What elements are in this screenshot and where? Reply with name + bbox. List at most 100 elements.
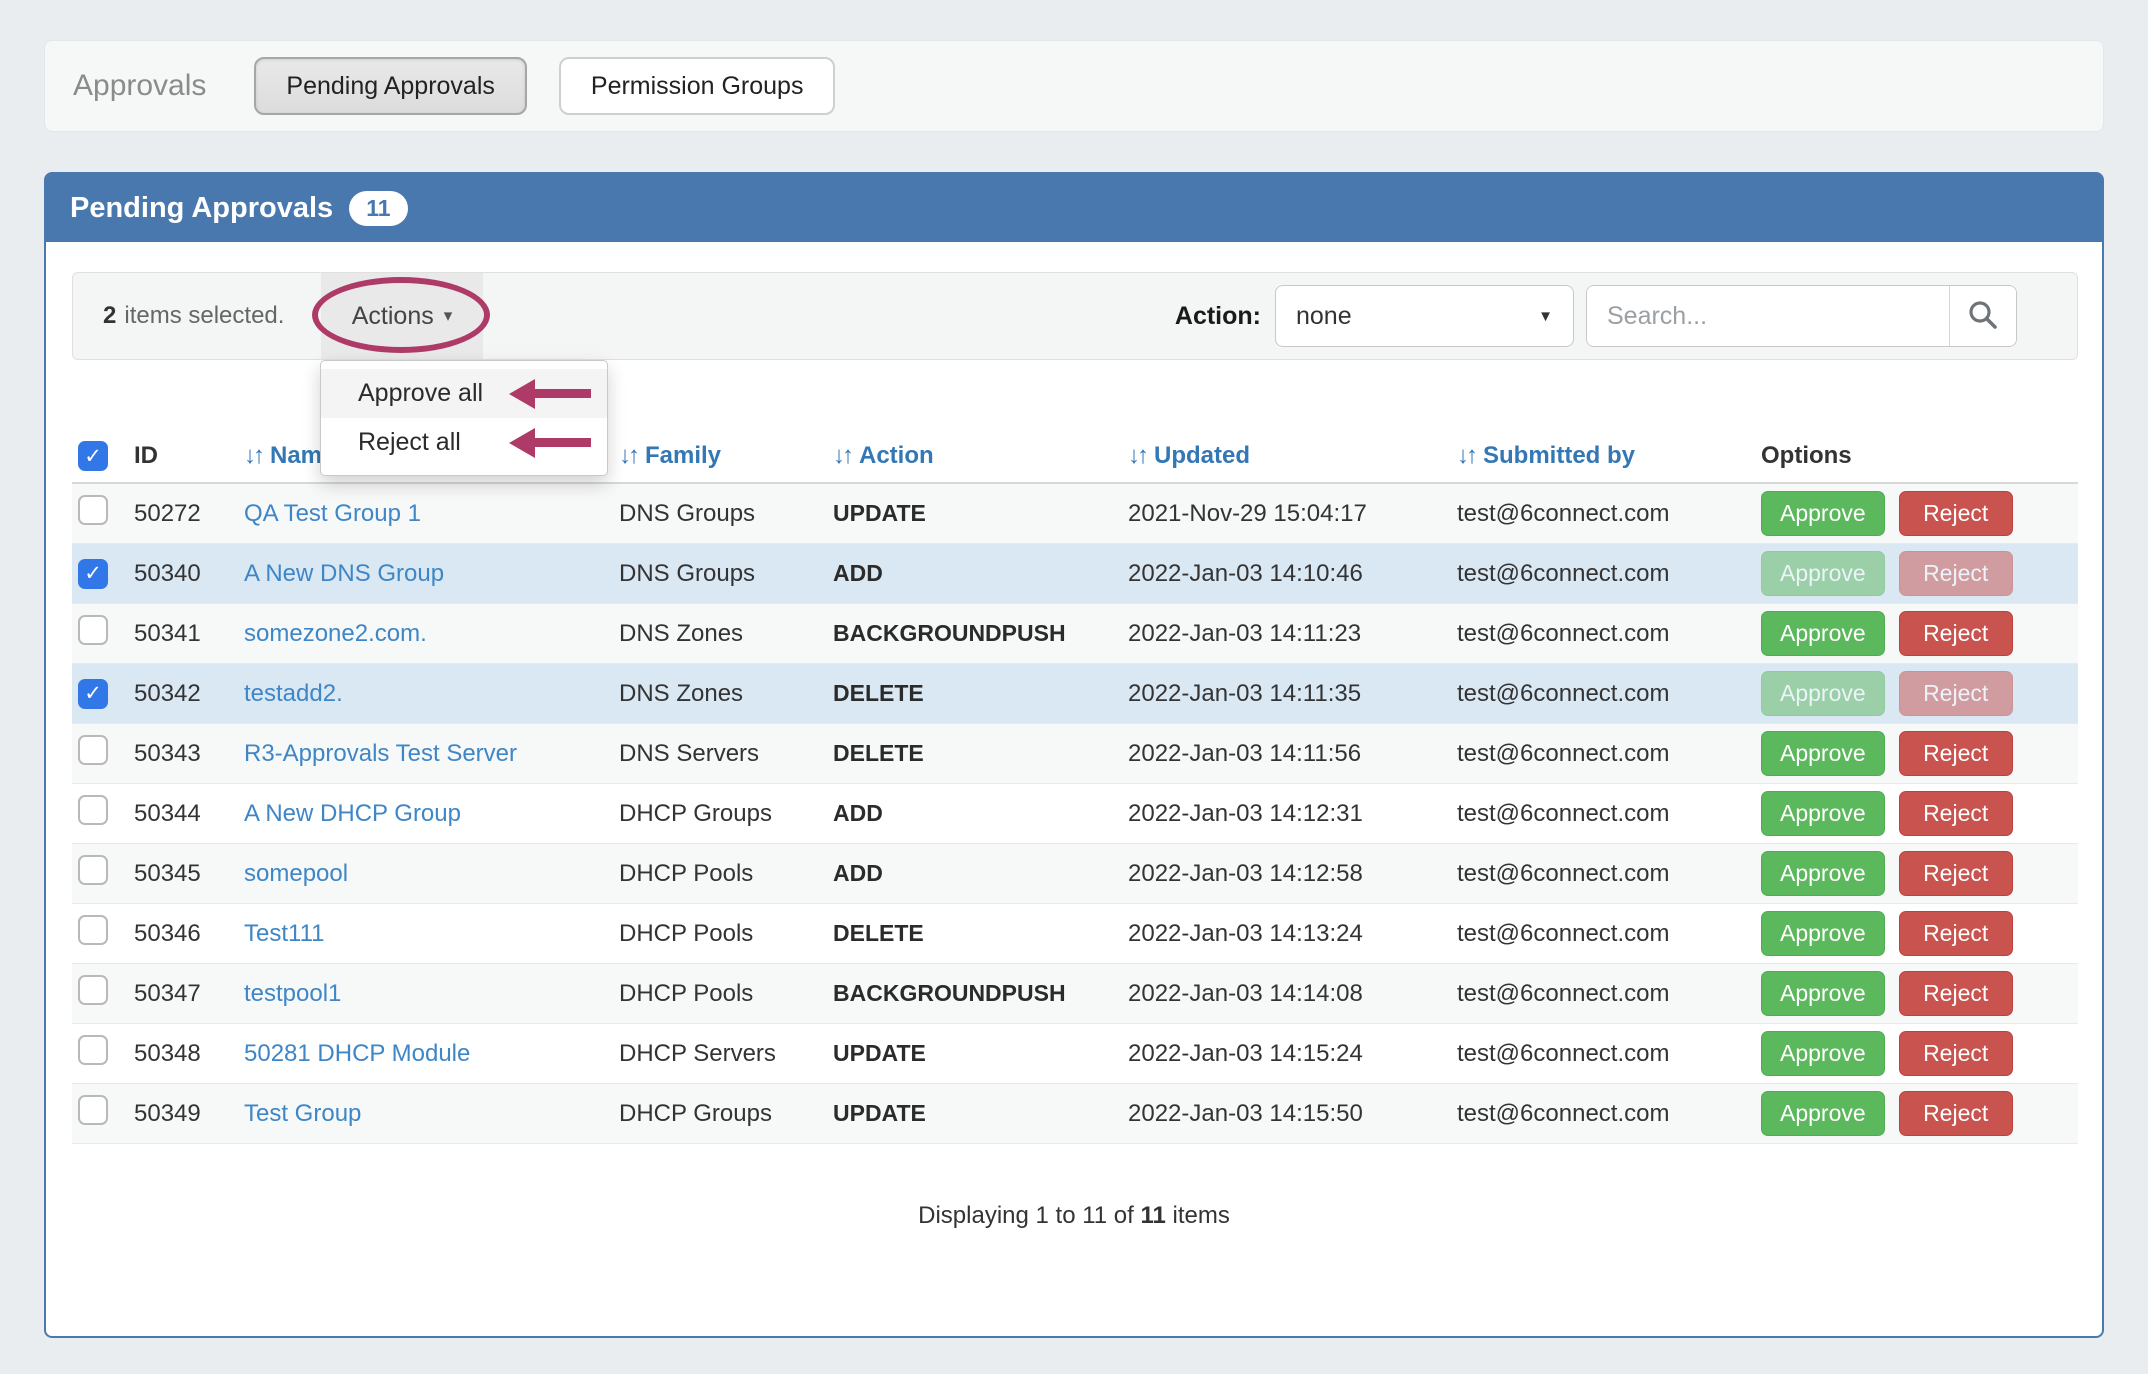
table-row: 50340 A New DNS Group DNS Groups ADD 2022-Ja… [72, 544, 2078, 604]
row-name-link[interactable]: Test Group [244, 1100, 361, 1127]
row-checkbox[interactable] [78, 558, 108, 589]
column-header-family[interactable]: ↓↑ Family [619, 442, 833, 470]
row-name-link[interactable]: testadd2. [244, 680, 343, 707]
row-id: 50343 [134, 739, 201, 767]
reject-button[interactable]: Reject [1898, 731, 2013, 776]
row-action: BACKGROUNDPUSH [833, 980, 1066, 1006]
actions-dropdown-button[interactable]: Actions ▾ [321, 273, 483, 359]
search-button[interactable] [1950, 286, 2016, 346]
row-checkbox[interactable] [78, 735, 108, 765]
row-action: UPDATE [833, 1040, 926, 1066]
row-name-link[interactable]: 50281 DHCP Module [244, 1040, 470, 1067]
row-name-link[interactable]: testpool1 [244, 980, 341, 1007]
row-action: DELETE [833, 920, 924, 946]
approve-button[interactable]: Approve [1761, 1091, 1885, 1136]
row-family: DHCP Groups [619, 799, 772, 827]
row-name-link[interactable]: QA Test Group 1 [244, 500, 421, 527]
row-name-link[interactable]: somepool [244, 860, 348, 887]
approve-button[interactable]: Approve [1761, 911, 1885, 956]
row-submitted-by: test@6connect.com [1457, 979, 1670, 1007]
table-row: 50349 Test Group DHCP Groups UPDATE 2022-Jan… [72, 1084, 2078, 1144]
approvals-table: ID ↓↑Name ↓↑Family ↓↑Action ↓↑Updated ↓↑… [72, 430, 2078, 1144]
row-updated: 2022-Jan-03 14:11:56 [1128, 739, 1362, 767]
row-updated: 2022-Jan-03 14:12:58 [1128, 859, 1363, 887]
reject-button[interactable]: Reject [1898, 611, 2013, 656]
toolbar-right: Action: none ▼ [1175, 273, 2077, 359]
row-checkbox[interactable] [78, 495, 108, 525]
approve-button[interactable]: Approve [1761, 731, 1885, 776]
row-name-link[interactable]: R3-Approvals Test Server [244, 740, 517, 767]
sort-icon: ↓↑ [619, 442, 640, 469]
row-options-cell: Approve Reject [1761, 671, 2078, 716]
top-bar: Approvals Pending Approvals Permission G… [44, 40, 2104, 132]
row-checkbox[interactable] [78, 855, 108, 885]
row-checkbox[interactable] [78, 795, 108, 825]
approve-button[interactable]: Approve [1761, 791, 1885, 836]
approve-button[interactable]: Approve [1761, 611, 1885, 656]
reject-button[interactable]: Reject [1898, 791, 2013, 836]
caret-down-icon: ▾ [443, 306, 453, 325]
row-checkbox[interactable] [78, 1095, 108, 1125]
row-family: DHCP Pools [619, 859, 754, 887]
row-checkbox-cell [72, 855, 134, 892]
reject-button[interactable]: Reject [1898, 1031, 2013, 1076]
menu-item-reject-all[interactable]: Reject all [321, 418, 607, 467]
reject-button[interactable]: Reject [1898, 851, 2013, 896]
search-icon [1967, 299, 1999, 334]
reject-button[interactable]: Reject [1898, 491, 2013, 536]
row-name-link[interactable]: A New DNS Group [244, 560, 444, 587]
row-family: DHCP Pools [619, 979, 754, 1007]
row-id: 50348 [134, 1039, 201, 1067]
reject-button[interactable]: Reject [1898, 911, 2013, 956]
approve-button[interactable]: Approve [1761, 1031, 1885, 1076]
row-family: DNS Zones [619, 679, 744, 707]
row-name-link[interactable]: A New DHCP Group [244, 800, 461, 827]
approve-button: Approve [1761, 671, 1885, 716]
row-family: DNS Zones [619, 619, 744, 647]
approve-button[interactable]: Approve [1761, 491, 1885, 536]
row-options-cell: Approve Reject [1761, 551, 2078, 596]
tab-permission-groups[interactable]: Permission Groups [558, 57, 836, 115]
pagination-prefix: Displaying 1 to 11 of [918, 1202, 1141, 1229]
approve-button[interactable]: Approve [1761, 851, 1885, 896]
search-input[interactable] [1587, 286, 1950, 346]
page-title: Approvals [73, 69, 207, 102]
row-updated: 2022-Jan-03 14:14:08 [1128, 979, 1363, 1007]
row-checkbox-cell [72, 1035, 134, 1072]
row-name-link[interactable]: somezone2.com. [244, 620, 427, 647]
column-header-updated[interactable]: ↓↑ Updated [1128, 442, 1457, 470]
tab-pending-approvals[interactable]: Pending Approvals [254, 57, 527, 115]
select-all-checkbox[interactable] [78, 441, 108, 471]
reject-button[interactable]: Reject [1898, 1091, 2013, 1136]
row-id: 50344 [134, 799, 201, 827]
row-checkbox[interactable] [78, 615, 108, 645]
row-id: 50349 [134, 1099, 201, 1127]
row-checkbox[interactable] [78, 678, 108, 709]
search-group [1586, 285, 2017, 347]
column-header-action[interactable]: ↓↑ Action [833, 442, 1128, 470]
row-checkbox[interactable] [78, 915, 108, 945]
column-header-submitted-by[interactable]: ↓↑ Submitted by [1457, 442, 1761, 470]
row-updated: 2022-Jan-03 14:10:46 [1128, 559, 1363, 587]
row-checkbox[interactable] [78, 975, 108, 1005]
row-updated: 2022-Jan-03 14:15:24 [1128, 1039, 1363, 1067]
column-header-id: ID [134, 442, 158, 469]
row-checkbox-cell [72, 975, 134, 1012]
menu-item-approve-all[interactable]: Approve all [321, 369, 607, 418]
toolbar: 2 items selected. Actions ▾ Action: none… [72, 272, 2078, 360]
table-body: 50272 QA Test Group 1 DNS Groups UPDATE 2021… [72, 484, 2078, 1144]
table-row: 50343 R3-Approvals Test Server DNS Servers… [72, 724, 2078, 784]
row-action: UPDATE [833, 1100, 926, 1126]
approve-button[interactable]: Approve [1761, 971, 1885, 1016]
row-name-cell: QA Test Group 1 [244, 500, 619, 528]
actions-label: Actions [351, 301, 434, 330]
table-row: 50344 A New DHCP Group DHCP Groups ADD 2022-… [72, 784, 2078, 844]
row-id: 50341 [134, 619, 201, 647]
row-action: UPDATE [833, 500, 926, 526]
reject-button[interactable]: Reject [1898, 971, 2013, 1016]
row-checkbox[interactable] [78, 1035, 108, 1065]
row-options-cell: Approve Reject [1761, 791, 2078, 836]
row-name-link[interactable]: Test111 [244, 920, 325, 947]
action-select[interactable]: none ▼ [1275, 285, 1574, 347]
row-family: DHCP Pools [619, 919, 754, 947]
